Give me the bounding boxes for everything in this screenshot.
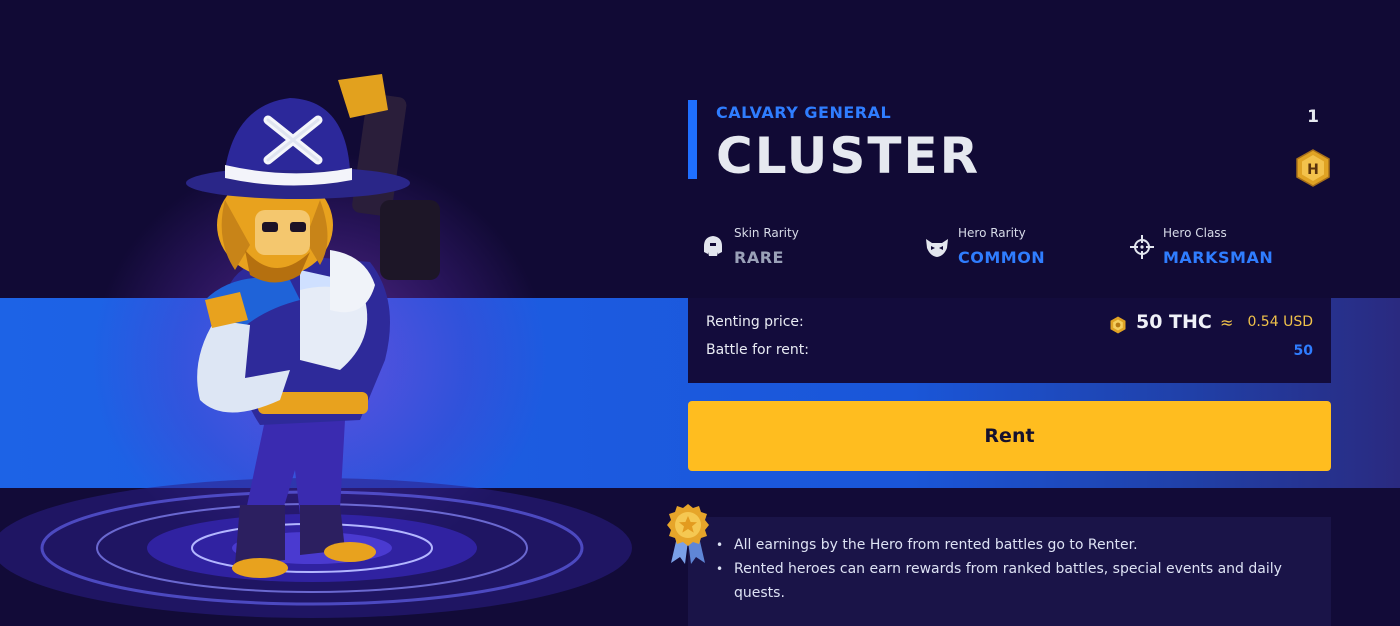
hero-count: 1 [1307,107,1319,127]
badge-letter: H [1307,162,1319,178]
stat-value: COMMON [958,248,1046,267]
stat-hero-class: Hero Class MARKSMAN [1129,226,1329,270]
mask-icon [926,239,948,257]
helmet-icon [704,236,722,256]
info-panel: All earnings by the Hero from rented bat… [688,517,1331,626]
battles-value: 50 [1293,343,1313,359]
stat-skin-rarity: Skin Rarity RARE [700,226,900,270]
stat-label: Hero Class [1163,226,1227,240]
pricing-panel: Renting price: Battle for rent: 50 THC ≈… [688,298,1331,383]
stat-label: Skin Rarity [734,226,799,240]
renting-price-label: Renting price: [706,314,804,330]
stat-hero-rarity: Hero Rarity COMMON [924,226,1124,270]
hexagon-h-badge-icon: H [1296,149,1330,187]
stat-label: Hero Rarity [958,226,1026,240]
stat-value: MARKSMAN [1163,248,1274,267]
hero-character-image [0,74,632,618]
stat-value: RARE [734,248,784,267]
info-list: All earnings by the Hero from rented bat… [714,533,1304,605]
rent-button[interactable]: Rent [688,401,1331,471]
usd-value: 0.54 USD [1247,314,1313,330]
list-item: Rented heroes can earn rewards from rank… [714,557,1304,605]
list-item: All earnings by the Hero from rented bat… [714,533,1304,557]
approx-symbol: ≈ [1220,313,1234,332]
hero-name: CLUSTER [716,127,981,185]
thc-coin-icon [1110,316,1126,334]
renting-price-value: 50 THC [1136,311,1212,333]
medal-icon [667,504,709,564]
battle-for-rent-label: Battle for rent: [706,342,809,358]
title-accent-bar [688,100,697,179]
crosshair-icon [1130,235,1154,259]
hero-subtitle: CALVARY GENERAL [716,103,892,122]
